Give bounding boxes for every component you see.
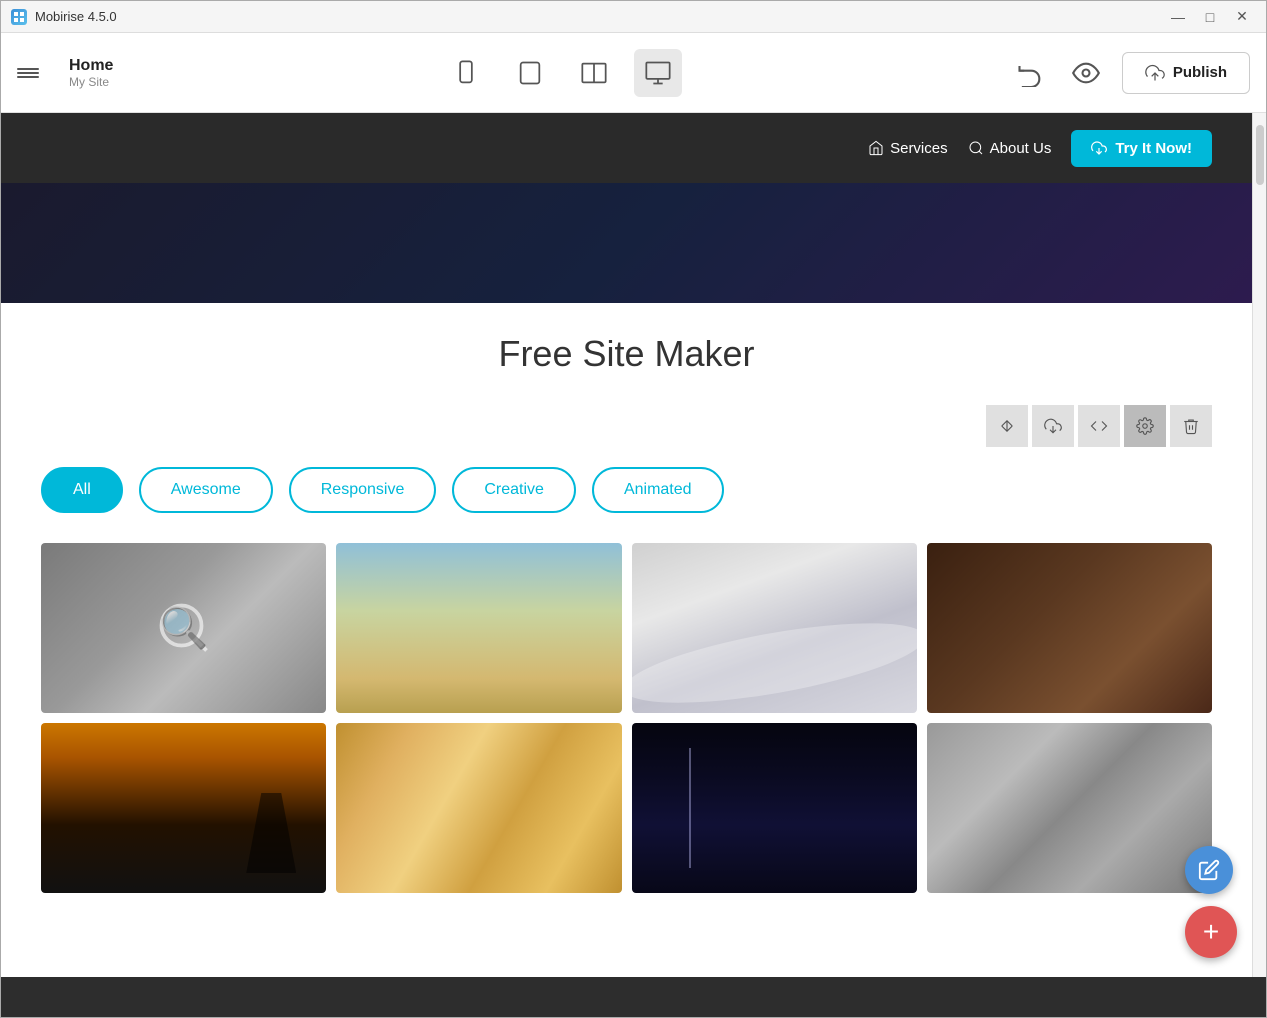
filter-animated[interactable]: Animated [592,467,724,513]
canvas: Services About Us Try It Now! [1,113,1252,977]
block-toolbar [41,405,1212,447]
page-title: Free Site Maker [41,333,1212,375]
app-icon [11,9,27,25]
desktop-icon [644,59,672,87]
split-view-button[interactable] [570,49,618,97]
device-switcher [113,49,1009,97]
fab-area: + [1185,846,1237,958]
titlebar: Mobirise 4.5.0 — □ ✕ [1,1,1266,33]
filter-all[interactable]: All [41,467,123,513]
search-template-icon [154,598,214,658]
template-item-4[interactable] [927,543,1212,713]
template-item-6[interactable] [336,723,621,893]
image-grid [41,543,1212,893]
app-toolbar: Home My Site [1,33,1266,113]
minimize-button[interactable]: — [1164,6,1192,28]
try-now-button[interactable]: Try It Now! [1071,130,1212,167]
taskbar [1,977,1266,1017]
app-title: Mobirise 4.5.0 [35,9,117,24]
site-home-label: Home [69,56,113,75]
pencil-icon [1198,859,1220,881]
filter-row: All Awesome Responsive Creative Animated [41,467,1212,513]
content-area: Services About Us Try It Now! [1,113,1266,977]
fab-edit-button[interactable] [1185,846,1233,894]
code-icon [1090,417,1108,435]
hero-area [1,183,1252,303]
window-controls: — □ ✕ [1164,6,1256,28]
filter-responsive[interactable]: Responsive [289,467,437,513]
publish-label: Publish [1173,64,1227,81]
undo-icon [1016,59,1044,87]
app-window: Mobirise 4.5.0 — □ ✕ Home My Site [0,0,1267,1018]
template-item-7[interactable] [632,723,917,893]
site-selector[interactable]: Home My Site [69,56,113,89]
titlebar-left: Mobirise 4.5.0 [11,9,117,25]
trash-icon [1182,417,1200,435]
template-item-5[interactable] [41,723,326,893]
download-block-icon [1044,417,1062,435]
site-name-label: My Site [69,75,113,89]
hamburger-menu[interactable] [17,68,39,78]
delete-button[interactable] [1170,405,1212,447]
filter-creative[interactable]: Creative [452,467,576,513]
maximize-button[interactable]: □ [1196,6,1224,28]
gear-icon [1136,417,1154,435]
undo-button[interactable] [1010,53,1050,93]
split-icon [580,59,608,87]
settings-button[interactable] [1124,405,1166,447]
toolbar-actions: Publish [1010,52,1250,94]
nav-about[interactable]: About Us [968,140,1052,157]
home-nav-icon [868,140,884,156]
template-item-2[interactable] [336,543,621,713]
filter-awesome[interactable]: Awesome [139,467,273,513]
template-item-1[interactable] [41,543,326,713]
download-icon [1091,140,1107,156]
search-nav-icon [968,140,984,156]
mobile-icon [452,59,480,87]
nav-services[interactable]: Services [868,140,948,157]
desktop-view-button[interactable] [634,49,682,97]
site-navbar: Services About Us Try It Now! [1,113,1252,183]
scrollbar[interactable] [1252,113,1266,977]
services-nav-label: Services [890,140,948,157]
hamburger-icon [17,68,39,70]
fab-add-button[interactable]: + [1185,906,1237,958]
mobile-view-button[interactable] [442,49,490,97]
template-item-8[interactable] [927,723,1212,893]
about-nav-label: About Us [990,140,1052,157]
main-content: Free Site Maker [1,303,1252,933]
publish-button[interactable]: Publish [1122,52,1250,94]
scrollbar-thumb[interactable] [1256,125,1264,185]
template-item-3[interactable] [632,543,917,713]
close-button[interactable]: ✕ [1228,6,1256,28]
publish-icon [1145,63,1165,83]
try-now-label: Try It Now! [1115,140,1192,157]
download-block-button[interactable] [1032,405,1074,447]
hamburger-icon [17,72,39,74]
reorder-icon [998,417,1016,435]
eye-icon [1072,59,1100,87]
code-button[interactable] [1078,405,1120,447]
hamburger-icon [17,76,39,78]
tablet-view-button[interactable] [506,49,554,97]
tablet-icon [516,59,544,87]
plus-icon: + [1203,916,1219,948]
preview-button[interactable] [1066,53,1106,93]
reorder-button[interactable] [986,405,1028,447]
